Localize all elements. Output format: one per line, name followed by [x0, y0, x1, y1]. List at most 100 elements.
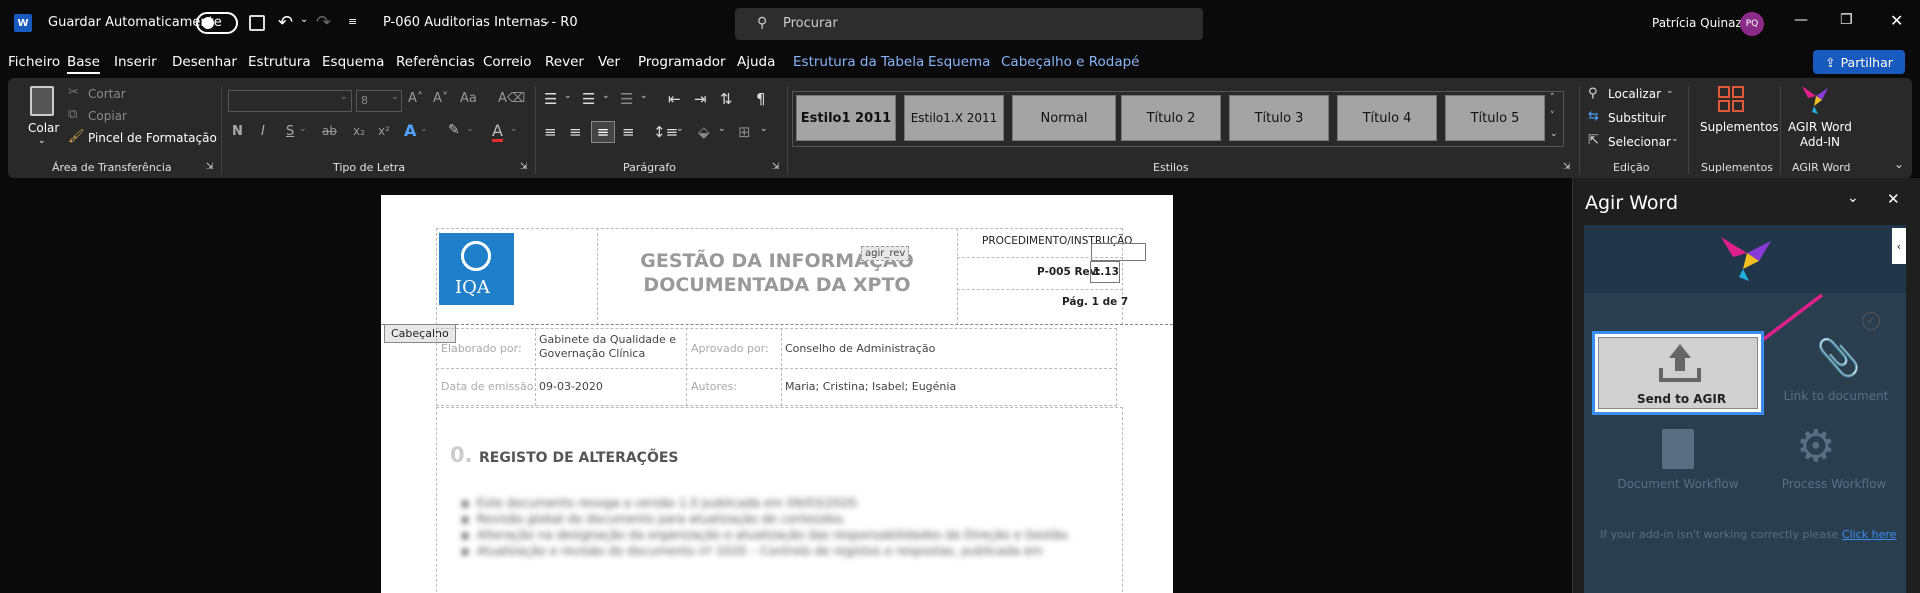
menu-ver[interactable]: Ver: [598, 54, 620, 70]
clear-formatting-icon[interactable]: A⌫: [498, 92, 525, 105]
shrink-font-icon[interactable]: A˅: [433, 92, 448, 105]
align-right-icon[interactable]: ≡: [591, 121, 615, 143]
paste-dropdown-icon[interactable]: ⌄: [38, 136, 46, 146]
align-left-icon[interactable]: ≡: [544, 125, 557, 140]
select-button[interactable]: Selecionar: [1608, 135, 1671, 149]
justify-icon[interactable]: ≡: [622, 125, 635, 140]
replace-button[interactable]: Substituir: [1608, 111, 1666, 125]
shading-dropdown-icon[interactable]: ⌄: [718, 125, 726, 134]
increase-indent-icon[interactable]: ⇥: [694, 92, 707, 107]
bullets-dropdown-icon[interactable]: ⌄: [564, 92, 572, 101]
word-icon[interactable]: W: [14, 14, 32, 32]
style-titulo-2[interactable]: Título 2: [1121, 95, 1221, 141]
pane-collapse-tab[interactable]: ‹: [1892, 228, 1906, 264]
menu-esquema-tabela[interactable]: Esquema: [928, 54, 990, 70]
collapse-ribbon-icon[interactable]: ⌄: [1894, 158, 1904, 170]
format-painter-button[interactable]: Pincel de Formatação: [88, 131, 217, 145]
multilevel-dropdown-icon[interactable]: ⌄: [640, 92, 648, 101]
styles-scroll-up-icon[interactable]: ˄: [1550, 94, 1555, 103]
link-to-document-button[interactable]: 📎 Link to document: [1766, 331, 1902, 415]
align-center-icon[interactable]: ≡: [569, 125, 582, 140]
find-button[interactable]: Localizar: [1608, 87, 1661, 101]
font-color-icon[interactable]: A: [492, 123, 503, 142]
styles-launcher-icon[interactable]: ⇲: [1563, 163, 1571, 172]
menu-cabecalho-rodape[interactable]: Cabeçalho e Rodapé: [1001, 54, 1139, 70]
font-launcher-icon[interactable]: ⇲: [520, 163, 528, 172]
menu-desenhar[interactable]: Desenhar: [172, 54, 237, 70]
menu-programador[interactable]: Programador: [638, 54, 726, 70]
subscript-icon[interactable]: x₂: [353, 125, 365, 137]
paste-button[interactable]: Colar: [28, 121, 59, 135]
process-workflow-button[interactable]: ⚙ Process Workflow: [1766, 421, 1902, 493]
document-workflow-button[interactable]: Document Workflow: [1592, 425, 1764, 493]
addins-button[interactable]: Suplementos: [1700, 120, 1779, 134]
clipboard-launcher-icon[interactable]: ⇲: [206, 163, 214, 172]
menu-inserir[interactable]: Inserir: [114, 54, 157, 70]
bullets-icon[interactable]: ☰: [544, 92, 557, 107]
restore-icon[interactable]: ❐: [1840, 12, 1853, 28]
show-marks-icon[interactable]: ¶: [756, 92, 766, 107]
highlight-dropdown-icon[interactable]: ⌄: [466, 125, 474, 134]
avatar[interactable]: PQ: [1740, 12, 1764, 36]
style-normal[interactable]: Normal: [1012, 95, 1116, 141]
text-effects-icon[interactable]: A: [404, 123, 416, 139]
styles-more-icon[interactable]: ⌄: [1550, 130, 1558, 139]
footer-link[interactable]: Click here: [1842, 528, 1897, 541]
undo-icon[interactable]: ↶: [278, 12, 293, 33]
menu-estrutura[interactable]: Estrutura: [248, 54, 311, 70]
font-name-dropdown-icon[interactable]: ⌄: [340, 92, 348, 102]
save-icon[interactable]: [249, 15, 265, 31]
search-box[interactable]: ⚲ Procurar: [735, 8, 1203, 40]
user-name[interactable]: Patrícia Quinaz: [1652, 16, 1742, 30]
highlight-icon[interactable]: ✎: [448, 123, 460, 137]
style-titulo-4[interactable]: Título 4: [1337, 95, 1437, 141]
superscript-icon[interactable]: x²: [378, 125, 390, 137]
send-to-agir-button[interactable]: Send to AGIR: [1592, 331, 1764, 415]
styles-scroll-down-icon[interactable]: ˅: [1550, 112, 1555, 121]
menu-ajuda[interactable]: Ajuda: [737, 54, 775, 70]
pane-options-icon[interactable]: ⌄: [1847, 190, 1859, 206]
style-estilo1x-2011[interactable]: Estilo1.X 2011: [904, 95, 1004, 141]
title-chevron-icon[interactable]: ⌄: [542, 14, 551, 27]
style-estilo1-2011[interactable]: Estilo1 2011: [796, 95, 896, 141]
grow-font-icon[interactable]: A˄: [408, 92, 423, 105]
change-case-icon[interactable]: Aa: [460, 92, 477, 105]
autosave-toggle[interactable]: [196, 12, 238, 34]
numbering-icon[interactable]: ☰: [582, 92, 595, 107]
menu-referencias[interactable]: Referências: [396, 54, 475, 70]
menu-rever[interactable]: Rever: [545, 54, 584, 70]
style-titulo-5[interactable]: Título 5: [1445, 95, 1545, 141]
sort-icon[interactable]: ⇅: [720, 92, 733, 107]
customize-quick-access-icon[interactable]: ≡: [348, 15, 357, 28]
copy-button[interactable]: Copiar: [88, 109, 127, 123]
undo-dropdown-icon[interactable]: ⌄: [300, 14, 308, 25]
field-tag[interactable]: agir_rev: [861, 246, 910, 261]
cut-button[interactable]: Cortar: [88, 87, 126, 101]
menu-correio[interactable]: Correio: [483, 54, 532, 70]
menu-estrutura-tabela[interactable]: Estrutura da Tabela: [793, 54, 924, 70]
redo-icon[interactable]: ↷: [316, 12, 331, 33]
strikethrough-icon[interactable]: ab: [322, 125, 337, 137]
share-button[interactable]: ⇪ Partilhar: [1813, 50, 1905, 74]
rev-value-box[interactable]: 1.13: [1090, 261, 1120, 283]
paragraph-launcher-icon[interactable]: ⇲: [772, 163, 780, 172]
shading-icon[interactable]: ⬙: [698, 125, 710, 140]
menu-ficheiro[interactable]: Ficheiro: [8, 54, 60, 70]
agir-addin-button[interactable]: AGIR Word Add-IN: [1788, 120, 1852, 150]
multilevel-list-icon[interactable]: ☰: [620, 92, 633, 107]
document-page[interactable]: IQA GESTÃO DA INFORMAÇÃO DOCUMENTADA DA …: [381, 195, 1173, 593]
font-size-dropdown-icon[interactable]: ⌄: [391, 92, 399, 102]
font-color-dropdown-icon[interactable]: ⌄: [510, 125, 518, 134]
decrease-indent-icon[interactable]: ⇤: [668, 92, 681, 107]
style-titulo-3[interactable]: Título 3: [1229, 95, 1329, 141]
menu-esquema[interactable]: Esquema: [322, 54, 384, 70]
line-spacing-dropdown-icon[interactable]: ⌄: [676, 125, 684, 134]
text-effects-dropdown-icon[interactable]: ⌄: [420, 125, 428, 134]
underline-icon[interactable]: S: [286, 125, 294, 138]
find-dropdown-icon[interactable]: ⌄: [1666, 87, 1674, 96]
line-spacing-icon[interactable]: ↕≡: [653, 125, 678, 140]
italic-icon[interactable]: I: [261, 125, 265, 138]
close-window-icon[interactable]: ✕: [1890, 11, 1903, 30]
minimize-icon[interactable]: —: [1794, 12, 1808, 28]
font-name-input[interactable]: [228, 90, 352, 112]
